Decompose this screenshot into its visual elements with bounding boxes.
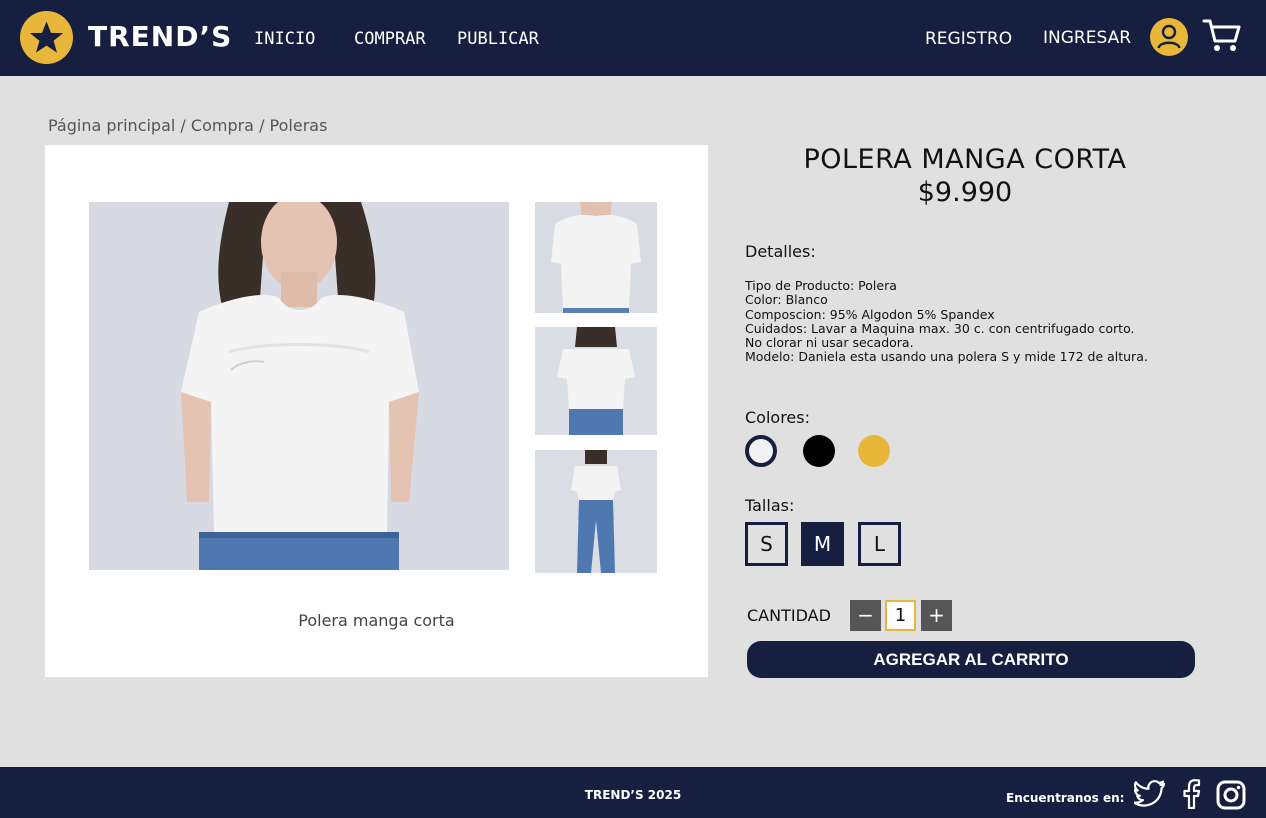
- product-title: POLERA MANGA CORTA: [803, 144, 1127, 175]
- quantity-increase-button[interactable]: +: [921, 600, 952, 631]
- detail-line: Modelo: Daniela esta usando una polera S…: [745, 349, 1148, 365]
- shopping-cart-icon[interactable]: [1202, 16, 1242, 56]
- nav-comprar[interactable]: COMPRAR: [354, 29, 426, 49]
- login-link[interactable]: INGRESAR: [1043, 28, 1131, 48]
- find-us-label: Encuentranos en:: [1006, 791, 1125, 805]
- size-l-button[interactable]: L: [858, 522, 901, 566]
- add-to-cart-button[interactable]: AGREGAR AL CARRITO: [747, 641, 1195, 678]
- product-details: Tipo de Producto: Polera Color: Blanco C…: [745, 278, 1205, 365]
- product-price: $9.990: [917, 177, 1013, 208]
- twitter-icon[interactable]: [1132, 780, 1166, 812]
- nav-publicar[interactable]: PUBLICAR: [457, 29, 539, 49]
- brand-name[interactable]: TREND’S: [88, 20, 232, 53]
- quantity-decrease-button[interactable]: −: [850, 600, 881, 631]
- color-swatch-yellow[interactable]: [858, 435, 890, 467]
- detail-line: No clorar ni usar secadora.: [745, 335, 914, 351]
- thumbnail-back[interactable]: [535, 327, 657, 435]
- color-swatch-black[interactable]: [803, 435, 835, 467]
- nav-inicio[interactable]: INICIO: [254, 29, 315, 49]
- color-swatch-white[interactable]: [745, 435, 777, 467]
- star-logo-icon[interactable]: [20, 11, 73, 64]
- instagram-icon[interactable]: [1216, 780, 1246, 814]
- top-navbar: TREND’S INICIO COMPRAR PUBLICAR REGISTRO…: [0, 0, 1266, 76]
- thumbnail-full-body[interactable]: [535, 450, 657, 573]
- footer: TREND’S 2025 Encuentranos en:: [0, 767, 1266, 818]
- gallery-caption: Polera manga corta: [298, 611, 455, 630]
- user-avatar-icon[interactable]: [1150, 18, 1188, 56]
- detail-line: Tipo de Producto: Polera: [745, 278, 897, 293]
- colors-label: Colores:: [745, 408, 810, 427]
- facebook-icon[interactable]: [1181, 779, 1201, 813]
- main-product-photo[interactable]: [89, 202, 509, 570]
- size-m-button[interactable]: M: [801, 522, 844, 566]
- detail-line: Cuidados: Lavar a Maquina max. 30 c. con…: [745, 320, 1135, 336]
- breadcrumb[interactable]: Página principal / Compra / Poleras: [48, 116, 327, 135]
- register-link[interactable]: REGISTRO: [925, 29, 1012, 49]
- thumbnail-front[interactable]: [535, 202, 657, 313]
- details-label: Detalles:: [745, 242, 816, 261]
- detail-line: Composcion: 95% Algodon 5% Spandex: [745, 306, 995, 322]
- product-gallery: Polera manga corta: [45, 145, 708, 677]
- detail-line: Color: Blanco: [745, 292, 828, 308]
- quantity-input[interactable]: 1: [885, 600, 916, 631]
- sizes-label: Tallas:: [745, 496, 795, 515]
- size-s-button[interactable]: S: [745, 522, 788, 566]
- quantity-label: CANTIDAD: [747, 606, 831, 625]
